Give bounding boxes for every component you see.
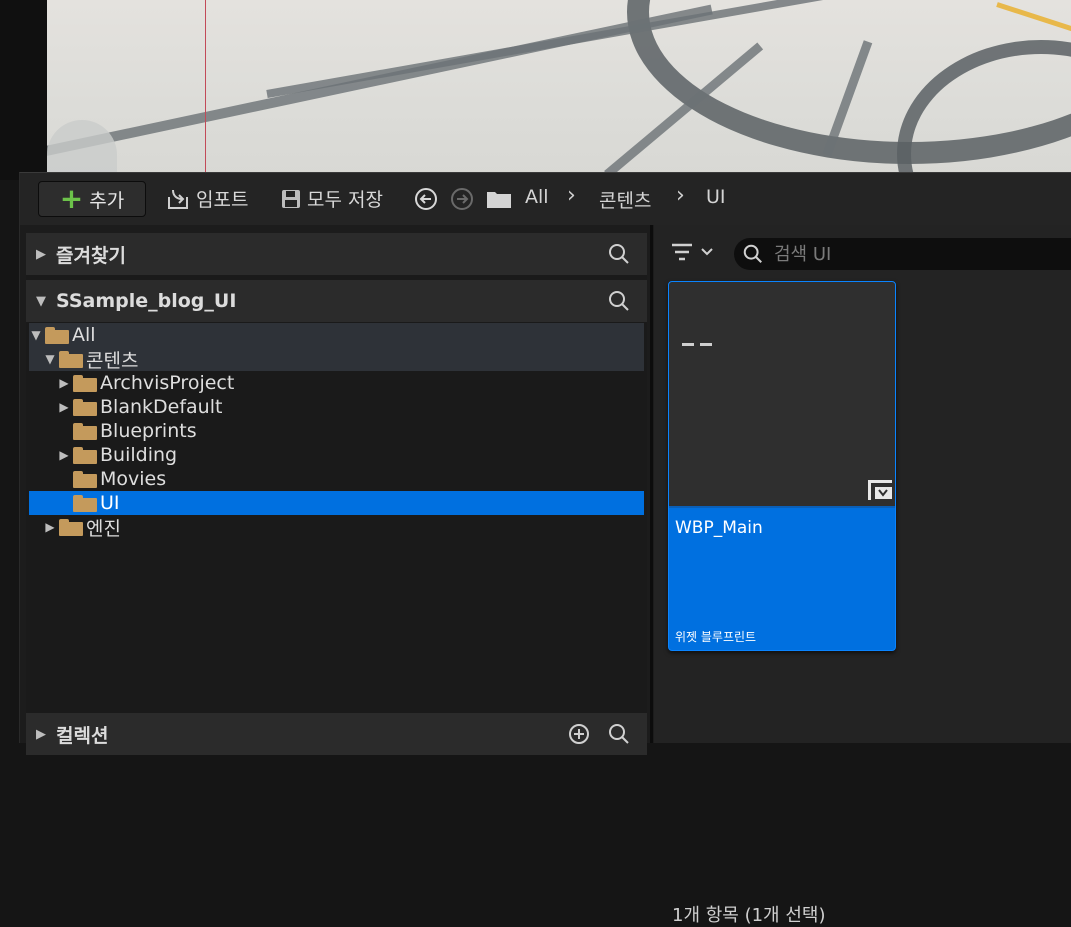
search-icon [743, 244, 762, 263]
tree-item-blueprints[interactable]: Blueprints [29, 419, 644, 443]
folder-browse-icon[interactable] [486, 189, 512, 209]
folder-icon [73, 398, 97, 416]
save-icon [282, 189, 300, 208]
sources-panel: ▶ 즐겨찾기 ▼ SSample_blog_UI ▼ All ▼ 콘텐츠 ▶ A… [26, 233, 647, 755]
search-input[interactable] [772, 242, 1056, 266]
filter-dropdown[interactable] [670, 242, 718, 266]
collapsed-arrow-icon[interactable]: ▶ [43, 520, 57, 534]
import-button[interactable]: 임포트 [166, 185, 248, 212]
tree-item-label: BlankDefault [100, 396, 223, 418]
panel-splitter[interactable] [650, 225, 653, 743]
forward-arrow-icon[interactable] [450, 187, 474, 211]
asset-name: WBP_Main [675, 518, 763, 538]
asset-view: WBP_Main 위젯 블루프린트 1개 항목 (1개 선택) [654, 225, 1071, 926]
asset-tile[interactable]: WBP_Main 위젯 블루프린트 [668, 281, 896, 651]
thumbnail-mark [682, 343, 694, 346]
asset-type: 위젯 블루프린트 [675, 630, 757, 644]
widget-blueprint-icon [868, 480, 892, 500]
expanded-arrow-icon[interactable]: ▼ [43, 352, 57, 366]
collapsed-arrow-icon[interactable]: ▶ [57, 448, 71, 462]
project-label: SSample_blog_UI [56, 290, 237, 312]
collapsed-arrow-icon[interactable]: ▶ [57, 400, 71, 414]
import-icon [168, 189, 188, 209]
save-all-label: 모두 저장 [307, 189, 383, 211]
breadcrumb-all[interactable]: All [525, 186, 549, 208]
viewport-guide-line [205, 0, 206, 172]
tree-item-content[interactable]: ▼ 콘텐츠 [29, 347, 644, 372]
expanded-arrow-icon[interactable]: ▼ [29, 328, 43, 342]
breadcrumb-ui[interactable]: UI [706, 186, 726, 208]
search-icon[interactable] [607, 242, 631, 266]
search-icon[interactable] [607, 722, 631, 746]
add-collection-icon[interactable] [567, 722, 591, 746]
collapsed-arrow-icon[interactable]: ▶ [26, 247, 56, 262]
viewport-scene [47, 0, 1071, 180]
tree-item-building[interactable]: ▶ Building [29, 443, 644, 467]
tree-item-label: Building [100, 444, 178, 466]
collapsed-arrow-icon[interactable]: ▶ [57, 376, 71, 390]
save-all-button[interactable]: 모두 저장 [281, 185, 383, 212]
add-button[interactable]: + 추가 [38, 181, 146, 217]
breadcrumb-separator-icon[interactable]: › [567, 183, 576, 208]
filter-icon [672, 243, 713, 261]
tree-item-label: UI [100, 492, 120, 514]
level-viewport[interactable] [0, 0, 1071, 180]
open-folder-icon [59, 350, 83, 368]
tree-item-movies[interactable]: Movies [29, 467, 644, 491]
breadcrumb-separator-icon[interactable]: › [676, 183, 685, 208]
tree-item-label: 콘텐츠 [86, 349, 139, 372]
tree-item-label: All [72, 324, 96, 346]
collections-label: 컬렉션 [56, 724, 109, 747]
favorites-label: 즐겨찾기 [56, 244, 126, 267]
content-browser: + 추가 임포트 모두 저장 All › 콘텐츠 › UI ▶ 즐겨찾기 ▼ S… [19, 172, 1071, 926]
add-button-label: 추가 [89, 189, 125, 212]
tree-item-blankdefault[interactable]: ▶ BlankDefault [29, 395, 644, 419]
favorites-header[interactable]: ▶ 즐겨찾기 [26, 233, 647, 275]
tree-item-ui[interactable]: UI [29, 491, 644, 515]
import-button-label: 임포트 [196, 189, 249, 211]
open-folder-icon [45, 326, 69, 344]
plus-icon: + [59, 182, 84, 215]
folder-icon [73, 470, 97, 488]
collapsed-arrow-icon[interactable]: ▶ [26, 727, 56, 742]
tree-item-label: 엔진 [86, 517, 121, 540]
project-header[interactable]: ▼ SSample_blog_UI [26, 280, 647, 322]
expanded-arrow-icon[interactable]: ▼ [26, 294, 56, 309]
content-browser-toolbar: + 추가 임포트 모두 저장 All › 콘텐츠 › UI [20, 173, 1071, 225]
tree-item-label: ArchvisProject [100, 372, 235, 394]
tree-item-all[interactable]: ▼ All [29, 323, 644, 347]
folder-icon [73, 374, 97, 392]
tree-item-archvisproject[interactable]: ▶ ArchvisProject [29, 371, 644, 395]
breadcrumb-content[interactable]: 콘텐츠 [599, 186, 651, 213]
search-icon[interactable] [607, 289, 631, 313]
status-text: 1개 항목 (1개 선택) [672, 905, 826, 926]
asset-thumbnail [669, 282, 895, 508]
folder-icon [73, 494, 97, 512]
tree-item-label: Movies [100, 468, 167, 490]
folder-icon [59, 518, 83, 536]
tree-item-engine[interactable]: ▶ 엔진 [29, 515, 644, 540]
folder-icon [73, 422, 97, 440]
thumbnail-mark [700, 343, 712, 346]
tree-item-label: Blueprints [100, 420, 197, 442]
collections-header[interactable]: ▶ 컬렉션 [26, 713, 647, 755]
back-arrow-icon[interactable] [414, 187, 438, 211]
asset-search-box[interactable] [734, 238, 1071, 270]
folder-icon [73, 446, 97, 464]
